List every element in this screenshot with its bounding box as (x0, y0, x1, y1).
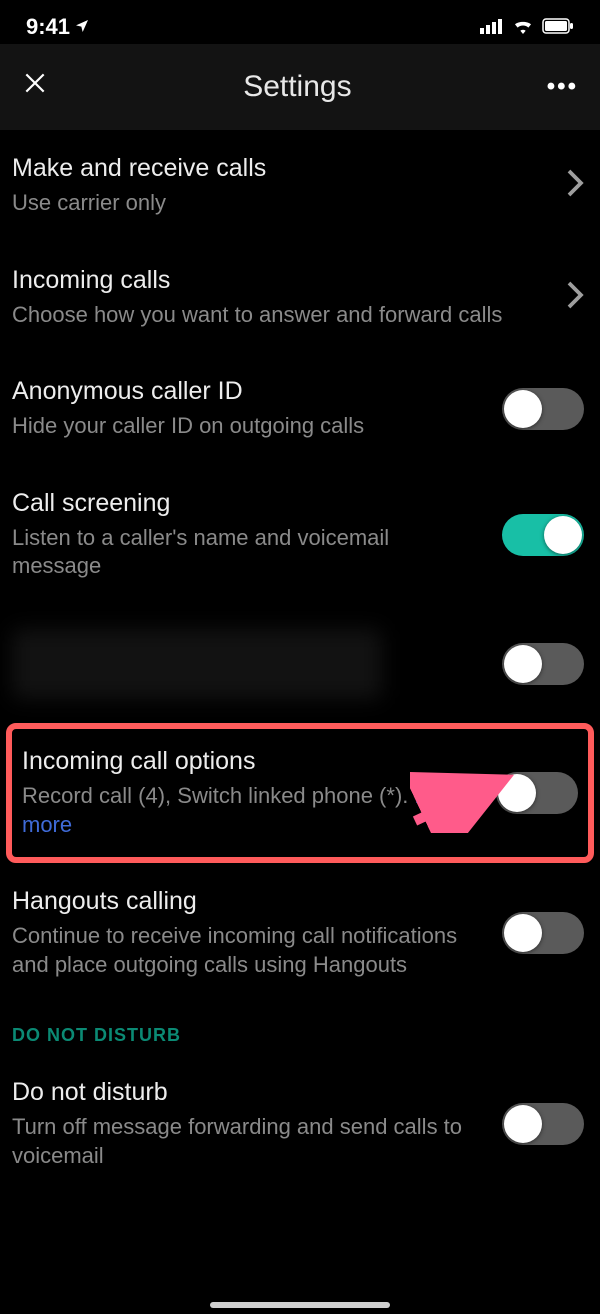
toggle-redacted[interactable] (502, 643, 584, 685)
row-call-screening: Call screening Listen to a caller's name… (0, 465, 600, 605)
notch (190, 0, 410, 36)
more-button[interactable]: ••• (547, 73, 578, 101)
close-button[interactable] (22, 70, 48, 104)
row-subtitle: Choose how you want to answer and forwar… (12, 301, 546, 330)
row-redacted (0, 605, 600, 723)
chevron-right-icon (566, 280, 584, 315)
status-time: 9:41 (26, 14, 70, 40)
section-do-not-disturb: DO NOT DISTURB (0, 1003, 600, 1054)
row-subtitle-text: Record call (4), Switch linked phone (*)… (22, 783, 415, 808)
status-time-group: 9:41 (26, 14, 90, 40)
row-title: Anonymous caller ID (12, 377, 482, 406)
toggle-call-screening[interactable] (502, 514, 584, 556)
toggle-hangouts-calling[interactable] (502, 912, 584, 954)
row-do-not-disturb: Do not disturb Turn off message forwardi… (0, 1054, 600, 1180)
row-title: Incoming calls (12, 266, 546, 295)
row-subtitle: Hide your caller ID on outgoing calls (12, 412, 482, 441)
row-incoming-calls[interactable]: Incoming calls Choose how you want to an… (0, 242, 600, 354)
row-subtitle: Listen to a caller's name and voicemail … (12, 524, 482, 581)
chevron-right-icon (566, 168, 584, 203)
location-icon (74, 14, 90, 40)
row-title: Incoming call options (22, 747, 476, 776)
row-subtitle: Turn off message forwarding and send cal… (12, 1113, 482, 1170)
cellular-icon (480, 14, 504, 40)
row-make-receive-calls[interactable]: Make and receive calls Use carrier only (0, 130, 600, 242)
settings-list: Make and receive calls Use carrier only … (0, 130, 600, 1181)
row-title: Call screening (12, 489, 482, 518)
toggle-incoming-call-options[interactable] (496, 772, 578, 814)
row-title: Hangouts calling (12, 887, 482, 916)
battery-icon (542, 14, 574, 40)
row-title: Make and receive calls (12, 154, 546, 183)
home-indicator[interactable] (210, 1302, 390, 1308)
row-subtitle: Use carrier only (12, 189, 546, 218)
row-incoming-call-options: Incoming call options Record call (4), S… (12, 729, 588, 857)
header-bar: Settings ••• (0, 44, 600, 130)
status-right (480, 14, 574, 40)
row-anonymous-caller-id: Anonymous caller ID Hide your caller ID … (0, 353, 600, 465)
toggle-do-not-disturb[interactable] (502, 1103, 584, 1145)
row-title: Do not disturb (12, 1078, 482, 1107)
annotation-highlight-box: Incoming call options Record call (4), S… (6, 723, 594, 863)
wifi-icon (512, 14, 534, 40)
row-subtitle: Record call (4), Switch linked phone (*)… (22, 782, 476, 839)
toggle-anonymous-caller-id[interactable] (502, 388, 584, 430)
page-title: Settings (243, 70, 351, 104)
row-subtitle: Continue to receive incoming call notifi… (12, 922, 482, 979)
redacted-content (12, 629, 382, 699)
row-hangouts-calling: Hangouts calling Continue to receive inc… (0, 863, 600, 1003)
